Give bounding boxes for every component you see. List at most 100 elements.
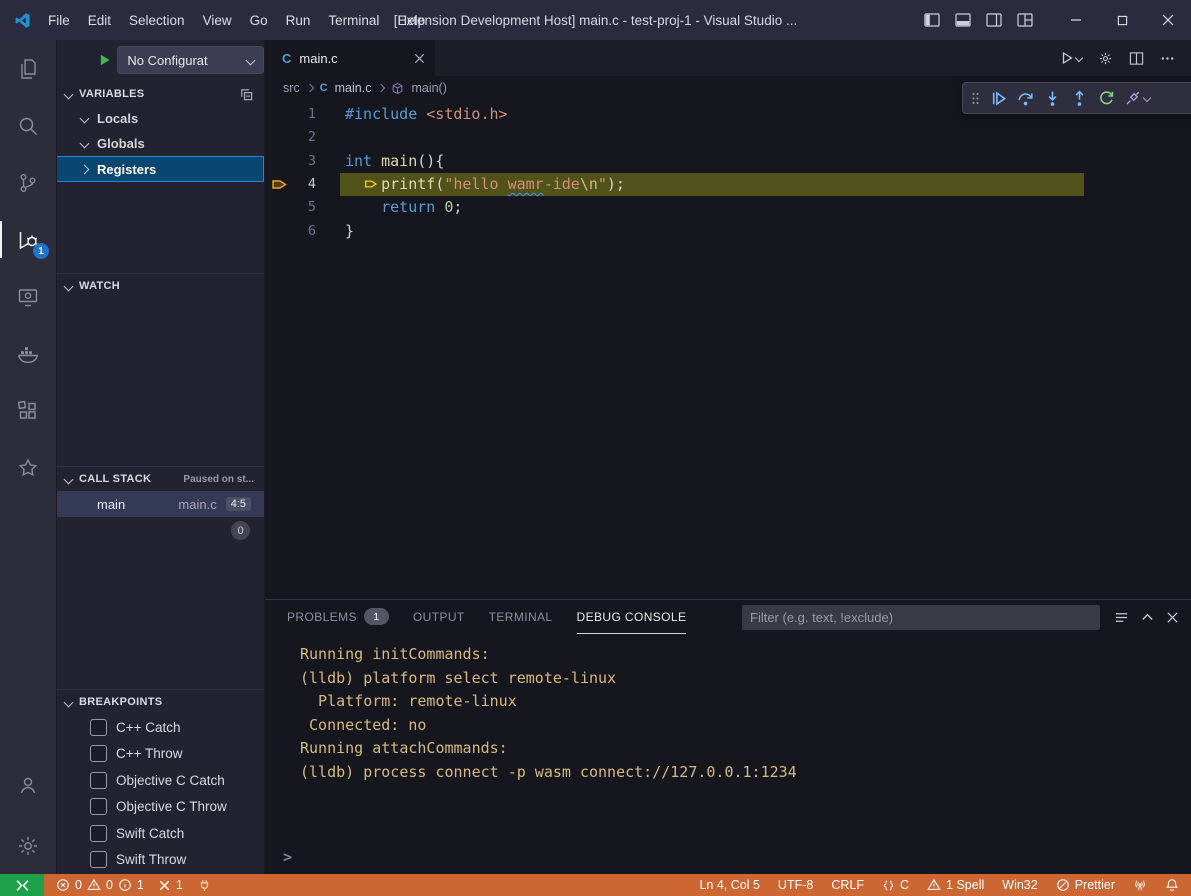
checkbox[interactable]	[90, 798, 107, 815]
console-input-prompt[interactable]: >	[283, 848, 292, 866]
variables-item-globals[interactable]: Globals	[56, 131, 264, 156]
formatter-status[interactable]: Prettier	[1056, 878, 1115, 892]
chevron-down-icon	[64, 697, 74, 707]
variables-section-header[interactable]: VARIABLES	[56, 82, 264, 106]
stack-frame-row[interactable]: main main.c 4:5	[56, 491, 264, 517]
activity-bar-item-search[interactable]	[0, 97, 56, 154]
maximize-button[interactable]	[1099, 0, 1145, 40]
more-actions-icon[interactable]	[1160, 51, 1175, 66]
toggle-sidebar-icon[interactable]	[924, 13, 940, 27]
step-out-button[interactable]	[1071, 90, 1088, 107]
debug-settings-gear-icon[interactable]	[1098, 51, 1113, 66]
debug-config-select[interactable]: No Configurat	[117, 46, 264, 74]
code-line-current[interactable]: 4 printf("hello wamr-ide\n");	[264, 173, 1177, 196]
chevron-down-icon	[64, 474, 74, 484]
breadcrumb-symbol[interactable]: main()	[411, 81, 446, 95]
breakpoint-row: Swift Catch	[56, 820, 264, 846]
close-panel-icon[interactable]	[1166, 611, 1179, 624]
code-editor[interactable]: 1 #include <stdio.h> 2 3 int main(){ 4 p…	[264, 100, 1191, 600]
menu-run[interactable]: Run	[277, 9, 320, 32]
checkbox[interactable]	[90, 825, 107, 842]
checkbox[interactable]	[90, 772, 107, 789]
tab-output[interactable]: OUTPUT	[413, 600, 465, 634]
extensions-icon	[16, 399, 40, 423]
maximize-panel-icon[interactable]	[1141, 611, 1154, 624]
tab-debug-console[interactable]: DEBUG CONSOLE	[577, 600, 687, 634]
current-instruction-pointer-icon[interactable]	[271, 176, 288, 193]
activity-bar-item-remote-explorer[interactable]	[0, 268, 56, 325]
problems-status[interactable]: 0 0 1	[56, 878, 144, 892]
tools-status[interactable]: 1	[158, 878, 183, 892]
menu-terminal[interactable]: Terminal	[319, 9, 388, 32]
activity-bar-item-extensions[interactable]	[0, 382, 56, 439]
broadcast-status[interactable]	[1133, 878, 1147, 892]
tab-main-c[interactable]: main.c	[264, 40, 435, 76]
activity-bar-item-docker[interactable]	[0, 325, 56, 382]
disconnect-button[interactable]	[1125, 90, 1150, 106]
console-filter-input[interactable]	[742, 605, 1100, 630]
activity-bar-item-accounts[interactable]	[0, 756, 56, 813]
code-line[interactable]: 5 return 0;	[264, 196, 1177, 219]
callstack-section-header[interactable]: CALL STACK Paused on st...	[56, 466, 264, 491]
close-tab-icon[interactable]	[414, 53, 425, 64]
activity-bar-item-source-control[interactable]	[0, 154, 56, 211]
menu-view[interactable]: View	[194, 9, 241, 32]
run-or-debug-icon[interactable]	[1060, 51, 1082, 65]
remote-indicator[interactable]	[0, 874, 44, 896]
minimize-button[interactable]	[1053, 0, 1099, 40]
console-lines-icon[interactable]	[1114, 610, 1129, 625]
activity-bar-item-settings[interactable]	[0, 817, 56, 874]
checkbox[interactable]	[90, 745, 107, 762]
console-line: Running attachCommands:	[300, 737, 1191, 761]
menu-selection[interactable]: Selection	[120, 9, 194, 32]
inline-breakpoint-icon[interactable]	[364, 177, 378, 191]
code-line[interactable]: 3 int main(){	[264, 150, 1177, 173]
language-mode[interactable]: C	[882, 878, 909, 892]
debug-start-icon[interactable]	[98, 53, 111, 67]
continue-button[interactable]	[990, 90, 1007, 107]
breakpoints-section-title: BREAKPOINTS	[79, 696, 162, 708]
checkbox[interactable]	[90, 719, 107, 736]
menu-file[interactable]: File	[39, 9, 79, 32]
notifications-status[interactable]	[1165, 878, 1179, 892]
line-number: 3	[264, 150, 316, 173]
customize-layout-icon[interactable]	[1017, 13, 1033, 27]
step-into-button[interactable]	[1044, 90, 1061, 107]
debug-target-status[interactable]	[197, 878, 212, 893]
close-window-button[interactable]	[1145, 0, 1191, 40]
menu-edit[interactable]: Edit	[79, 9, 120, 32]
toggle-secondary-sidebar-icon[interactable]	[986, 13, 1002, 27]
activity-bar-item-run-and-debug[interactable]: 1	[0, 211, 56, 268]
cursor-position[interactable]: Ln 4, Col 5	[699, 878, 759, 892]
menu-go[interactable]: Go	[241, 9, 277, 32]
breakpoint-label: C++ Throw	[116, 746, 183, 761]
breadcrumb-file[interactable]: main.c	[335, 81, 372, 95]
chevron-down-icon	[1075, 54, 1083, 62]
step-over-button[interactable]	[1017, 90, 1034, 107]
activity-bar-item-explorer[interactable]	[0, 40, 56, 97]
code-line[interactable]: 6 }	[264, 220, 1177, 243]
tab-problems[interactable]: PROBLEMS 1	[287, 600, 389, 634]
activity-bar-item-favorites[interactable]	[0, 439, 56, 496]
toggle-panel-icon[interactable]	[955, 13, 971, 27]
breakpoints-section-header[interactable]: BREAKPOINTS	[56, 689, 264, 714]
encoding[interactable]: UTF-8	[778, 878, 813, 892]
breadcrumb-folder[interactable]: src	[283, 81, 300, 95]
tab-terminal[interactable]: TERMINAL	[489, 600, 553, 634]
chevron-down-icon	[80, 114, 90, 124]
restart-button[interactable]	[1098, 90, 1115, 107]
variables-item-locals[interactable]: Locals	[56, 106, 264, 131]
variables-item-registers[interactable]: Registers	[56, 156, 264, 182]
debug-config-label: No Configurat	[127, 53, 207, 68]
split-editor-icon[interactable]	[1129, 51, 1144, 66]
eol-sequence[interactable]: CRLF	[831, 878, 864, 892]
watch-section-header[interactable]: WATCH	[56, 273, 264, 298]
platform-status[interactable]: Win32	[1002, 878, 1037, 892]
toolbar-drag-handle-icon[interactable]	[971, 91, 980, 106]
debug-console-output: Running initCommands: (lldb) platform se…	[264, 634, 1191, 874]
spell-checker-status[interactable]: 1 Spell	[927, 878, 984, 892]
checkbox[interactable]	[90, 851, 107, 868]
collapse-all-icon[interactable]	[239, 87, 254, 102]
remote-icon	[15, 879, 30, 892]
code-line[interactable]: 2	[264, 126, 1177, 149]
